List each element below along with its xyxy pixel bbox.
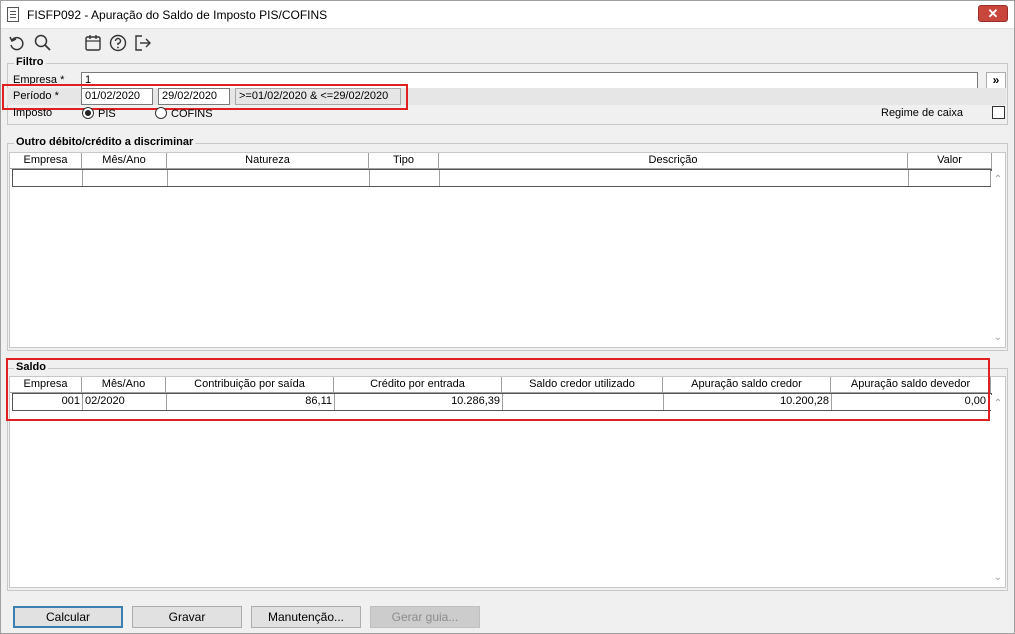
table-cell[interactable]: 10.286,39	[335, 394, 503, 410]
column-header[interactable]: Descrição	[439, 153, 908, 169]
table-row[interactable]	[12, 169, 992, 187]
other-debit-credit-table: Empresa Mês/Ano Natureza Tipo Descrição …	[9, 152, 1006, 348]
table-header: Empresa Mês/Ano Natureza Tipo Descrição …	[10, 153, 992, 169]
column-header[interactable]: Apuração saldo devedor	[831, 377, 991, 393]
scroll-up-icon[interactable]: ⌃	[993, 399, 1003, 409]
balance-legend: Saldo	[14, 361, 48, 373]
column-header[interactable]: Mês/Ano	[82, 153, 167, 169]
column-header[interactable]: Valor	[908, 153, 992, 169]
column-header[interactable]: Crédito por entrada	[334, 377, 502, 393]
column-header[interactable]: Saldo credor utilizado	[502, 377, 663, 393]
vertical-scrollbar[interactable]: ⌃ ⌄	[991, 395, 1005, 587]
other-debit-credit-legend: Outro débito/crédito a discriminar	[14, 136, 196, 148]
document-icon	[7, 7, 19, 22]
save-button[interactable]: Gravar	[132, 606, 242, 628]
tax-label: Imposto	[13, 107, 53, 119]
filter-legend: Filtro	[14, 56, 46, 68]
column-header[interactable]: Empresa	[10, 153, 82, 169]
column-header[interactable]: Natureza	[167, 153, 369, 169]
table-cell[interactable]: 86,11	[167, 394, 335, 410]
cofins-radio[interactable]	[155, 107, 167, 119]
scroll-down-icon[interactable]: ⌄	[993, 573, 1003, 583]
period-from-input[interactable]: 01/02/2020	[81, 88, 153, 105]
vertical-scrollbar[interactable]: ⌃ ⌄	[991, 171, 1005, 347]
maintenance-button[interactable]: Manutenção...	[251, 606, 361, 628]
search-icon[interactable]	[33, 33, 53, 53]
pis-radio[interactable]	[82, 107, 94, 119]
scroll-up-icon[interactable]: ⌃	[993, 175, 1003, 185]
calculate-button[interactable]: Calcular	[13, 606, 123, 628]
toolbar	[1, 31, 301, 57]
calendar-icon[interactable]	[83, 33, 103, 53]
cash-regime-label: Regime de caixa	[881, 107, 963, 119]
period-expression: >=01/02/2020 & <=29/02/2020	[235, 88, 401, 105]
table-cell[interactable]: 02/2020	[83, 394, 167, 410]
window-title: FISFP092 - Apuração do Saldo de Imposto …	[27, 8, 328, 22]
exit-icon[interactable]	[133, 33, 153, 53]
table-cell[interactable]	[13, 170, 83, 186]
table-header: Empresa Mês/Ano Contribuição por saída C…	[10, 377, 991, 393]
table-cell[interactable]	[370, 170, 440, 186]
period-to-input[interactable]: 29/02/2020	[158, 88, 230, 105]
company-lookup-button[interactable]: »	[986, 72, 1006, 89]
table-row[interactable]: 001 02/2020 86,11 10.286,39 10.200,28 0,…	[12, 393, 992, 411]
close-button[interactable]: ✕	[978, 5, 1008, 22]
table-cell[interactable]: 001	[13, 394, 83, 410]
company-input[interactable]: 1	[81, 72, 978, 89]
cofins-radio-label: COFINS	[171, 108, 213, 120]
table-cell[interactable]	[909, 170, 991, 186]
column-header[interactable]: Mês/Ano	[82, 377, 166, 393]
generate-guide-button[interactable]: Gerar guia...	[370, 606, 480, 628]
table-cell[interactable]: 0,00	[832, 394, 989, 410]
company-label: Empresa *	[13, 74, 65, 86]
column-header[interactable]: Tipo	[369, 153, 439, 169]
pis-radio-label: PIS	[98, 108, 116, 120]
balance-table: Empresa Mês/Ano Contribuição por saída C…	[9, 376, 1006, 588]
column-header[interactable]: Empresa	[10, 377, 82, 393]
table-cell[interactable]	[440, 170, 909, 186]
table-cell[interactable]: 10.200,28	[664, 394, 832, 410]
period-row-bg	[7, 88, 1006, 105]
column-header[interactable]: Contribuição por saída	[166, 377, 334, 393]
title-bar: FISFP092 - Apuração do Saldo de Imposto …	[1, 1, 1014, 29]
undo-icon[interactable]	[7, 33, 27, 53]
period-label: Período *	[13, 90, 59, 102]
column-header[interactable]: Apuração saldo credor	[663, 377, 831, 393]
table-cell[interactable]	[83, 170, 168, 186]
help-icon[interactable]	[108, 33, 128, 53]
scroll-down-icon[interactable]: ⌄	[993, 333, 1003, 343]
cash-regime-checkbox[interactable]	[992, 106, 1005, 119]
table-cell[interactable]	[168, 170, 370, 186]
table-cell[interactable]	[503, 394, 664, 410]
main-window: FISFP092 - Apuração do Saldo de Imposto …	[0, 0, 1015, 634]
